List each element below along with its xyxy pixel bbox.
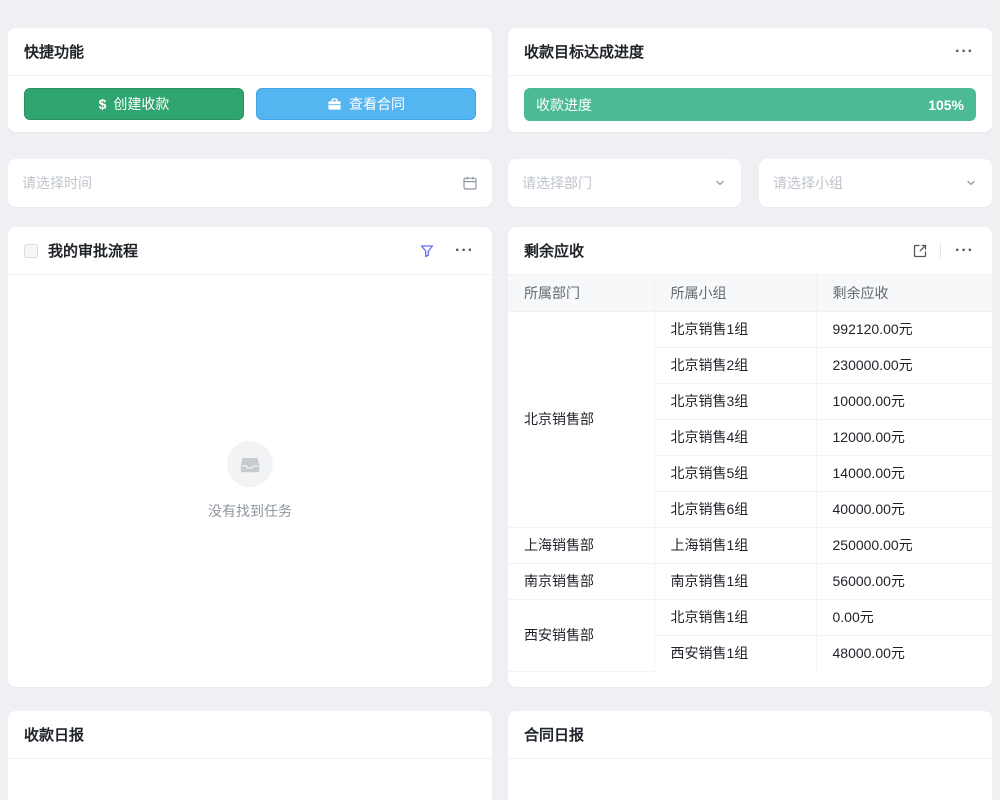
progress-bar-value: 105%	[928, 97, 964, 113]
approval-card: 我的审批流程 ··· 没	[8, 227, 492, 687]
amount-cell: 12000.00元	[816, 419, 992, 455]
group-select-input[interactable]: 请选择小组	[759, 159, 992, 207]
table-header-row: 所属部门 所属小组 剩余应收	[508, 275, 992, 311]
receivables-header: 剩余应收 ···	[508, 227, 992, 275]
inbox-icon	[239, 453, 261, 475]
amount-cell: 250000.00元	[816, 527, 992, 563]
dollar-icon: $	[99, 96, 107, 112]
dept-cell: 北京销售部	[508, 311, 654, 527]
group-cell: 北京销售1组	[654, 599, 816, 635]
group-cell: 上海销售1组	[654, 527, 816, 563]
table-row: 西安销售部 北京销售1组 0.00元	[508, 599, 992, 635]
filter-funnel-icon[interactable]	[419, 243, 435, 259]
group-cell: 西安销售1组	[654, 635, 816, 671]
progress-card: 收款目标达成进度 ··· 收款进度 105%	[508, 28, 992, 132]
progress-body: 收款进度 105%	[508, 76, 992, 132]
approval-empty-state: 没有找到任务	[8, 275, 492, 687]
payment-report-header: 收款日报	[8, 711, 492, 759]
group-cell: 北京销售5组	[654, 455, 816, 491]
time-select-input[interactable]: 请选择时间	[8, 159, 492, 207]
contract-daily-report-card: 合同日报	[508, 711, 992, 800]
amount-cell: 48000.00元	[816, 635, 992, 671]
group-cell: 北京销售2组	[654, 347, 816, 383]
department-select-placeholder: 请选择部门	[522, 173, 592, 193]
progress-more-menu-icon[interactable]: ···	[953, 40, 976, 64]
payment-daily-report-card: 收款日报	[8, 711, 492, 800]
empty-state-text: 没有找到任务	[208, 501, 292, 521]
quick-functions-header: 快捷功能	[8, 28, 492, 76]
amount-cell: 56000.00元	[816, 563, 992, 599]
table-row: 北京销售部 北京销售1组 992120.00元	[508, 311, 992, 347]
create-receipt-label: 创建收款	[113, 94, 169, 114]
approval-header: 我的审批流程 ···	[8, 227, 492, 275]
progress-header: 收款目标达成进度 ···	[508, 28, 992, 76]
amount-cell: 14000.00元	[816, 455, 992, 491]
amount-cell: 230000.00元	[816, 347, 992, 383]
group-cell: 北京销售1组	[654, 311, 816, 347]
progress-bar-label: 收款进度	[536, 95, 592, 115]
quick-functions-body: $ 创建收款 查看合同	[8, 76, 492, 132]
approval-checkbox[interactable]	[24, 244, 38, 258]
filter-pair: 请选择部门 请选择小组	[508, 159, 992, 207]
payment-report-title: 收款日报	[24, 724, 84, 745]
chevron-down-icon	[713, 176, 727, 190]
group-cell: 北京销售6组	[654, 491, 816, 527]
progress-bar: 收款进度 105%	[524, 88, 976, 121]
approval-title: 我的审批流程	[48, 240, 138, 261]
group-select-placeholder: 请选择小组	[773, 173, 843, 193]
progress-title: 收款目标达成进度	[524, 41, 644, 62]
group-cell: 北京销售3组	[654, 383, 816, 419]
receivables-card: 剩余应收 ··· 所属部门 所属小组	[508, 227, 992, 687]
amount-cell: 992120.00元	[816, 311, 992, 347]
dashboard: 快捷功能 $ 创建收款 查看合同	[8, 28, 992, 800]
briefcase-icon	[327, 97, 342, 112]
col-group: 所属小组	[654, 275, 816, 311]
amount-cell: 10000.00元	[816, 383, 992, 419]
header-divider	[940, 244, 941, 258]
amount-cell: 0.00元	[816, 599, 992, 635]
col-amount: 剩余应收	[816, 275, 992, 311]
contract-report-header: 合同日报	[508, 711, 992, 759]
approval-more-menu-icon[interactable]: ···	[453, 239, 476, 263]
table-row: 上海销售部 上海销售1组 250000.00元	[508, 527, 992, 563]
receivables-title: 剩余应收	[524, 240, 584, 261]
create-receipt-button[interactable]: $ 创建收款	[24, 88, 244, 120]
contract-report-title: 合同日报	[524, 724, 584, 745]
dept-cell: 西安销售部	[508, 599, 654, 671]
receivables-table: 所属部门 所属小组 剩余应收 北京销售部 北京销售1组 992120.00元 北…	[508, 275, 992, 672]
group-cell: 北京销售4组	[654, 419, 816, 455]
calendar-icon	[462, 175, 478, 191]
receivables-more-menu-icon[interactable]: ···	[953, 239, 976, 263]
view-contract-button[interactable]: 查看合同	[256, 88, 476, 120]
dept-cell: 南京销售部	[508, 563, 654, 599]
chevron-down-icon	[964, 176, 978, 190]
time-select-placeholder: 请选择时间	[22, 173, 92, 193]
quick-functions-title: 快捷功能	[24, 41, 84, 62]
empty-inbox-circle	[227, 441, 273, 487]
amount-cell: 40000.00元	[816, 491, 992, 527]
dept-cell: 上海销售部	[508, 527, 654, 563]
external-link-icon[interactable]	[912, 243, 928, 259]
col-department: 所属部门	[508, 275, 654, 311]
department-select-input[interactable]: 请选择部门	[508, 159, 741, 207]
quick-functions-card: 快捷功能 $ 创建收款 查看合同	[8, 28, 492, 132]
view-contract-label: 查看合同	[349, 94, 405, 114]
table-row: 南京销售部 南京销售1组 56000.00元	[508, 563, 992, 599]
group-cell: 南京销售1组	[654, 563, 816, 599]
